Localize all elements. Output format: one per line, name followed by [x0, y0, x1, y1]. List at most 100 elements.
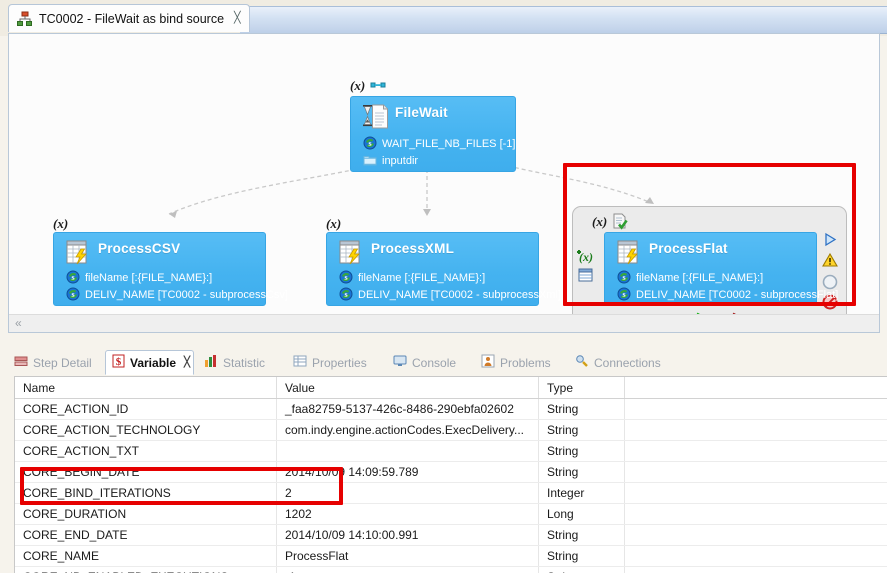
cell-type: String [538, 398, 625, 420]
column-header-value[interactable]: Value [276, 377, 539, 399]
grid-table-icon[interactable] [578, 268, 593, 285]
warning-triangle-icon[interactable] [822, 252, 838, 271]
cell-value [276, 440, 539, 462]
spreadsheet-lightning-icon [615, 238, 643, 266]
node-processcsv[interactable]: ProcessCSV s fileName [:{FILE_NAME}:] s … [53, 232, 288, 306]
tab-statistic[interactable]: Statistic [198, 350, 283, 375]
svg-text:s: s [344, 273, 347, 282]
hourglass-document-icon [361, 102, 389, 130]
processflat-badge-x: (x) [592, 214, 608, 229]
table-row[interactable]: CORE_END_DATE 2014/10/09 14:10:00.991 St… [15, 524, 887, 546]
table-row[interactable]: CORE_ACTION_TECHNOLOGY com.indy.engine.a… [15, 419, 887, 441]
processcsv-badge-x: (x) [53, 216, 69, 231]
svg-text:s: s [71, 273, 74, 282]
variable-table-container[interactable]: Name Value Type CORE_ACTION_ID _faa82759… [14, 376, 887, 573]
node-processxml[interactable]: ProcessXML s fileName [:{FILE_NAME}:] s … [326, 232, 561, 306]
cell-name: CORE_BEGIN_DATE [15, 461, 277, 483]
variable-table-body: CORE_ACTION_ID _faa82759-5137-426c-8486-… [15, 398, 887, 573]
tab-step-detail-label: Step Detail [33, 355, 92, 370]
tab-step-detail[interactable]: Step Detail [8, 350, 104, 375]
filewait-badge-x: (x) [350, 78, 366, 93]
spreadsheet-lightning-icon [337, 238, 365, 266]
table-row[interactable]: CORE_ACTION_TXT String [15, 440, 887, 462]
cell-name: CORE_NAME [15, 545, 277, 567]
scroll-left-arrow-icon[interactable]: « [15, 316, 22, 330]
table-row[interactable]: CORE_NB_ENABLED_EXECUTIONS -1 String [15, 566, 887, 573]
node-filewait-row-0-text: WAIT_FILE_NB_FILES [-1] [382, 138, 516, 150]
node-processflat[interactable]: ProcessFlat s fileName [:{FILE_NAME}:] s… [604, 232, 838, 306]
document-check-icon [612, 213, 629, 233]
cell-extra [624, 566, 887, 573]
tab-console[interactable]: Console [387, 350, 471, 375]
node-processflat-row-0-text: fileName [:{FILE_NAME}:] [636, 272, 764, 284]
svg-text:s: s [622, 273, 625, 282]
cell-value: _faa82759-5137-426c-8486-290ebfa02602 [276, 398, 539, 420]
add-variable-icon[interactable]: (x) [576, 247, 596, 268]
string-variable-icon: s [66, 270, 80, 287]
editor-tabbar-strip [240, 6, 887, 34]
diagram-canvas-container: (x) FileWait s WAIT_FILE_NB_FILES [-1] i… [8, 33, 880, 333]
cell-type: String [538, 566, 625, 573]
cell-value: 2014/10/09 14:09:59.789 [276, 461, 539, 483]
tab-variable-label: Variable [130, 355, 177, 370]
editor-tab-tc0002[interactable]: TC0002 - FileWait as bind source ╳ [8, 4, 250, 32]
node-processflat-row-1: s DELIV_NAME [TC0002 - subprocessFlat] [617, 287, 838, 304]
table-row[interactable]: CORE_DURATION 1202 Long [15, 503, 887, 525]
tab-variable[interactable]: $ Variable ╳ [105, 350, 194, 375]
cell-value: 1202 [276, 503, 539, 525]
cell-extra [624, 524, 887, 546]
string-variable-icon: s [339, 287, 353, 304]
string-variable-icon: s [339, 270, 353, 287]
column-header-extra[interactable] [624, 377, 887, 399]
column-header-type[interactable]: Type [538, 377, 625, 399]
cell-type: String [538, 524, 625, 546]
node-processcsv-row-1: s DELIV_NAME [TC0002 - subprocessCsv] [66, 287, 288, 304]
cell-value: com.indy.engine.actionCodes.ExecDelivery… [276, 419, 539, 441]
cell-name: CORE_BIND_ITERATIONS [15, 482, 277, 504]
column-header-name[interactable]: Name [15, 377, 277, 399]
tab-properties[interactable]: Properties [287, 350, 383, 375]
string-variable-icon: s [617, 287, 631, 304]
connections-icon [575, 354, 589, 371]
close-icon[interactable]: ╳ [184, 357, 190, 368]
close-icon[interactable]: ╳ [234, 13, 241, 24]
view-tabbar: Step Detail $ Variable ╳ Statistic Prope… [8, 350, 880, 376]
svg-text:s: s [71, 290, 74, 299]
cell-type: String [538, 440, 625, 462]
string-variable-icon: s [617, 270, 631, 287]
table-row[interactable]: CORE_ACTION_ID _faa82759-5137-426c-8486-… [15, 398, 887, 420]
cell-name: CORE_NB_ENABLED_EXECUTIONS [15, 566, 277, 573]
cell-name: CORE_END_DATE [15, 524, 277, 546]
tab-connections[interactable]: Connections [569, 350, 674, 375]
node-filewait-row-1: inputdir [363, 153, 418, 170]
console-monitor-icon [393, 354, 407, 371]
folder-icon [363, 153, 377, 170]
table-row[interactable]: CORE_NAME ProcessFlat String [15, 545, 887, 567]
node-processflat-row-1-text: DELIV_NAME [TC0002 - subprocessFlat] [636, 289, 839, 301]
table-row[interactable]: CORE_BIND_ITERATIONS 2 Integer [15, 482, 887, 504]
cell-extra [624, 419, 887, 441]
svg-text:s: s [622, 290, 625, 299]
svg-text:$: $ [116, 356, 122, 368]
node-processxml-row-1: s DELIV_NAME [TC0002 - subprocessXml] [339, 287, 561, 304]
tab-problems[interactable]: Problems [475, 350, 565, 375]
string-variable-icon: s [363, 136, 377, 153]
table-row[interactable]: CORE_BEGIN_DATE 2014/10/09 14:09:59.789 … [15, 461, 887, 483]
processxml-badge-x: (x) [326, 216, 342, 231]
node-processxml-row-0: s fileName [:{FILE_NAME}:] [339, 270, 485, 287]
diagram-canvas[interactable]: (x) FileWait s WAIT_FILE_NB_FILES [-1] i… [9, 34, 879, 314]
node-processflat-title: ProcessFlat [649, 241, 728, 256]
spreadsheet-lightning-icon [64, 238, 92, 266]
run-triangle-icon[interactable] [823, 232, 838, 250]
editor-tab-label: TC0002 - FileWait as bind source [39, 11, 225, 26]
tab-connections-label: Connections [594, 355, 661, 370]
cell-type: Long [538, 503, 625, 525]
svg-text:s: s [344, 290, 347, 299]
canvas-horizontal-scrollbar[interactable]: « [9, 314, 879, 332]
node-filewait[interactable]: FileWait s WAIT_FILE_NB_FILES [-1] input… [350, 96, 516, 172]
node-processflat-row-0: s fileName [:{FILE_NAME}:] [617, 270, 763, 287]
cell-extra [624, 398, 887, 420]
svg-text:(x): (x) [579, 250, 593, 264]
node-processcsv-title: ProcessCSV [98, 241, 181, 256]
cell-value: 2 [276, 482, 539, 504]
